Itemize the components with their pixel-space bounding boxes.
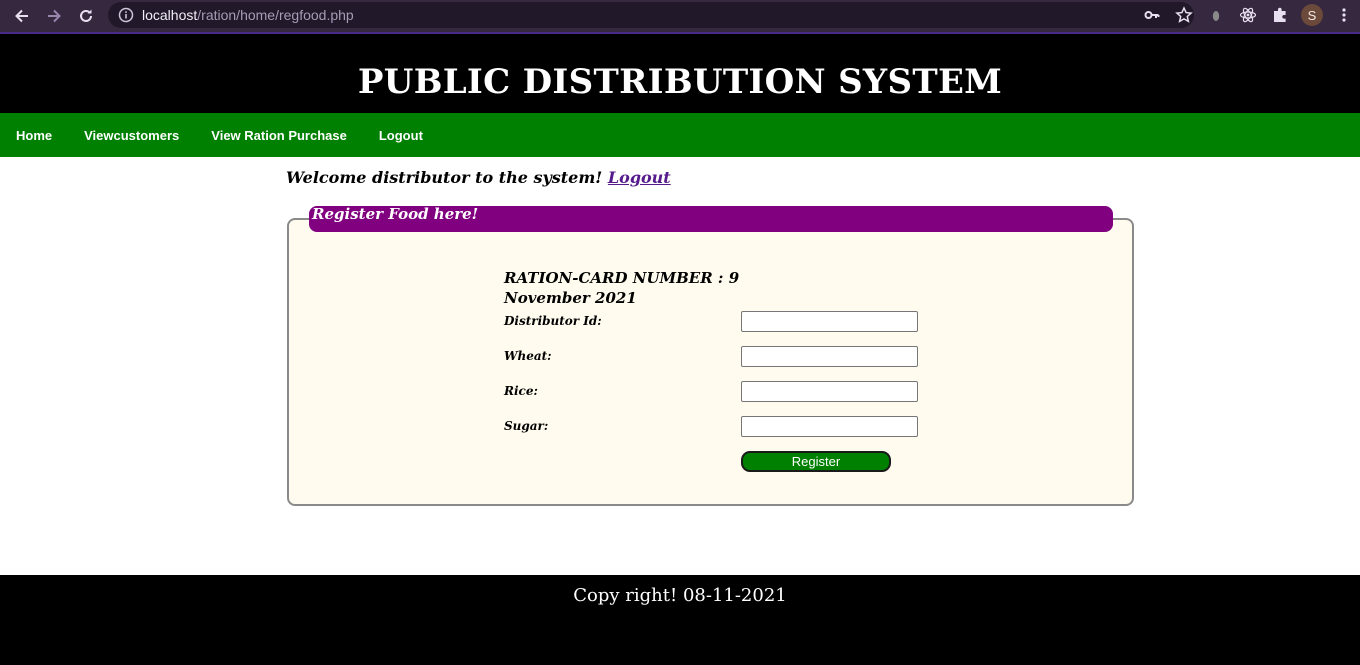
arrow-left-icon [15,9,28,23]
arrow-right-icon [48,9,61,23]
more-vertical-icon [1342,8,1346,22]
avatar: S [1301,4,1323,26]
page-title: PUBLIC DISTRIBUTION SYSTEM [357,61,1003,102]
ration-card-number: RATION-CARD NUMBER : 9 [504,269,740,287]
wheat-label: Wheat: [504,349,552,363]
register-food-panel [287,218,1134,506]
nav-logout[interactable]: Logout [379,128,423,143]
url-host: localhost [142,7,198,23]
site-footer: Copy right! 08-11-2021 [0,575,1360,665]
rice-label: Rice: [504,384,538,398]
password-key-button[interactable] [1136,2,1168,28]
nav-view-ration-purchase[interactable]: View Ration Purchase [211,128,347,143]
copyright-text: Copy right! 08-11-2021 [573,585,787,606]
welcome-message: Welcome distributor to the system! Logou… [286,168,671,187]
distributor-id-label: Distributor Id: [504,314,602,328]
forward-button[interactable] [38,2,70,30]
extension-bug-icon [1212,11,1220,21]
reload-button[interactable] [70,2,102,30]
menu-button[interactable] [1328,2,1360,28]
wheat-input[interactable] [741,346,918,367]
panel-legend: Register Food here! [309,206,1113,232]
profile-button[interactable]: S [1296,2,1328,28]
address-bar[interactable]: localhost/ration/home/regfood.php [108,2,1194,28]
puzzle-icon [1274,7,1286,22]
sugar-input[interactable] [741,416,918,437]
key-icon [1144,11,1160,19]
rice-input[interactable] [741,381,918,402]
nav-viewcustomers[interactable]: Viewcustomers [84,128,179,143]
reload-icon [80,9,92,22]
extension-button-1[interactable] [1200,2,1232,28]
distributor-id-input[interactable] [741,311,918,332]
extensions-button[interactable] [1264,2,1296,28]
browser-actions: S [1136,2,1360,28]
main-nav: Home Viewcustomers View Ration Purchase … [0,113,1360,157]
back-button[interactable] [6,2,38,30]
url-path: /ration/home/regfood.php [197,7,354,23]
welcome-text: Welcome distributor to the system! [286,168,603,187]
sugar-label: Sugar: [504,419,549,433]
register-button[interactable]: Register [741,451,891,472]
bookmark-button[interactable] [1168,2,1200,28]
site-header: PUBLIC DISTRIBUTION SYSTEM [0,34,1360,113]
star-icon [1175,6,1193,23]
logout-link[interactable]: Logout [608,168,671,187]
month-label: November 2021 [504,289,637,307]
nav-home[interactable]: Home [16,128,52,143]
info-icon[interactable] [118,7,134,23]
react-icon [1239,7,1257,23]
extension-button-react[interactable] [1232,2,1264,28]
